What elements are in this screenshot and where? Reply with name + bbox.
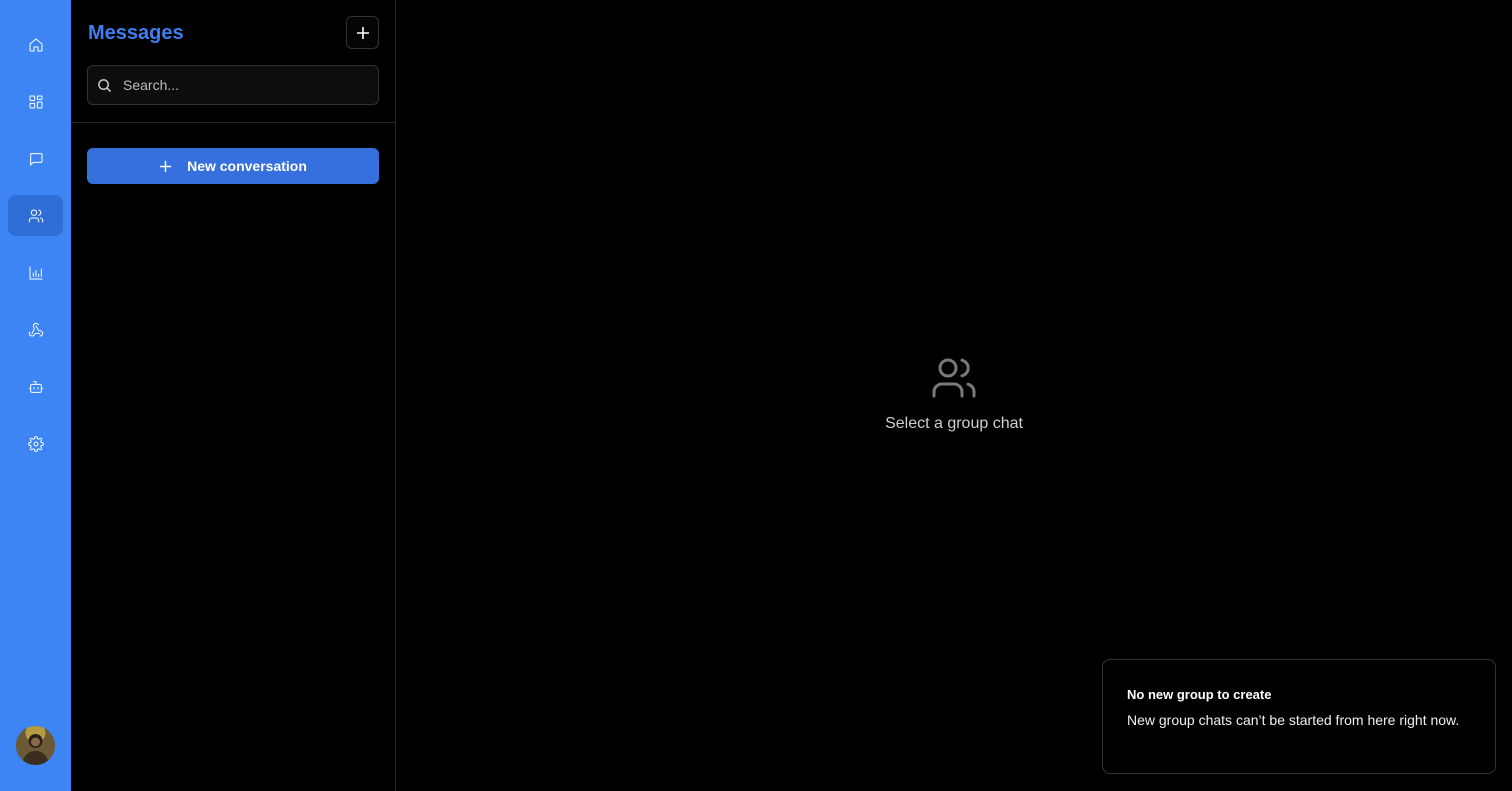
home-icon bbox=[29, 38, 42, 51]
message-icon bbox=[29, 152, 42, 165]
user-avatar[interactable] bbox=[16, 726, 55, 765]
avatar-image bbox=[16, 726, 55, 765]
settings-icon bbox=[27, 435, 44, 452]
empty-state-text: Select a group chat bbox=[885, 415, 1023, 432]
dashboard-icon bbox=[29, 95, 42, 108]
plus-icon bbox=[160, 160, 172, 172]
nav-settings[interactable] bbox=[8, 423, 63, 464]
users-icon bbox=[28, 209, 43, 222]
bar-chart-icon bbox=[29, 266, 42, 279]
add-conversation-button[interactable] bbox=[346, 16, 379, 49]
plus-icon bbox=[356, 26, 369, 39]
nav-analytics[interactable] bbox=[8, 252, 63, 293]
panel-divider bbox=[71, 122, 395, 123]
bot-icon bbox=[28, 380, 43, 393]
search-box bbox=[87, 65, 379, 105]
webhook-icon bbox=[28, 322, 43, 336]
users-icon bbox=[932, 358, 976, 398]
search-icon bbox=[98, 79, 112, 93]
toast-notification[interactable]: No new group to create New group chats c… bbox=[1102, 659, 1496, 774]
nav-messages[interactable] bbox=[8, 138, 63, 179]
nav-webhooks[interactable] bbox=[8, 309, 63, 350]
nav-bots[interactable] bbox=[8, 366, 63, 407]
nav-rail bbox=[0, 0, 71, 791]
nav-dashboard[interactable] bbox=[8, 81, 63, 122]
new-conversation-button[interactable]: New conversation bbox=[87, 148, 379, 184]
search-input[interactable] bbox=[121, 66, 371, 104]
toast-title: No new group to create bbox=[1127, 687, 1272, 702]
nav-groups[interactable] bbox=[8, 195, 63, 236]
new-conversation-label: New conversation bbox=[187, 158, 307, 174]
empty-state: Select a group chat bbox=[804, 354, 1104, 433]
nav-home[interactable] bbox=[8, 24, 63, 65]
panel-title: Messages bbox=[88, 22, 184, 44]
conversation-panel: Messages New conversation bbox=[71, 0, 396, 791]
toast-body: New group chats can’t be started from he… bbox=[1127, 712, 1460, 728]
